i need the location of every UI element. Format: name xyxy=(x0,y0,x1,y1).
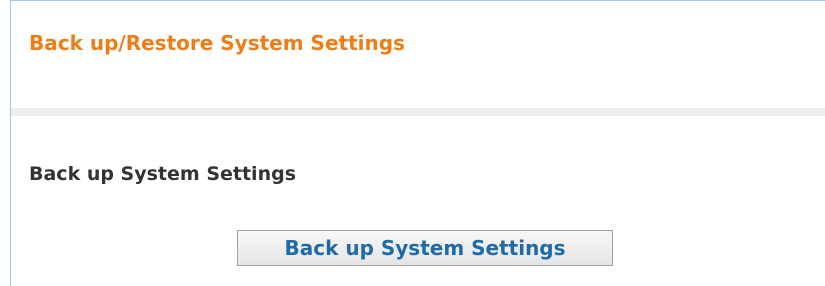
backup-system-settings-button[interactable]: Back up System Settings xyxy=(237,230,613,266)
settings-panel: Back up/Restore System Settings Back up … xyxy=(10,0,825,286)
section-divider xyxy=(11,108,825,116)
backup-section-title: Back up System Settings xyxy=(29,163,297,185)
page-title: Back up/Restore System Settings xyxy=(29,31,405,55)
